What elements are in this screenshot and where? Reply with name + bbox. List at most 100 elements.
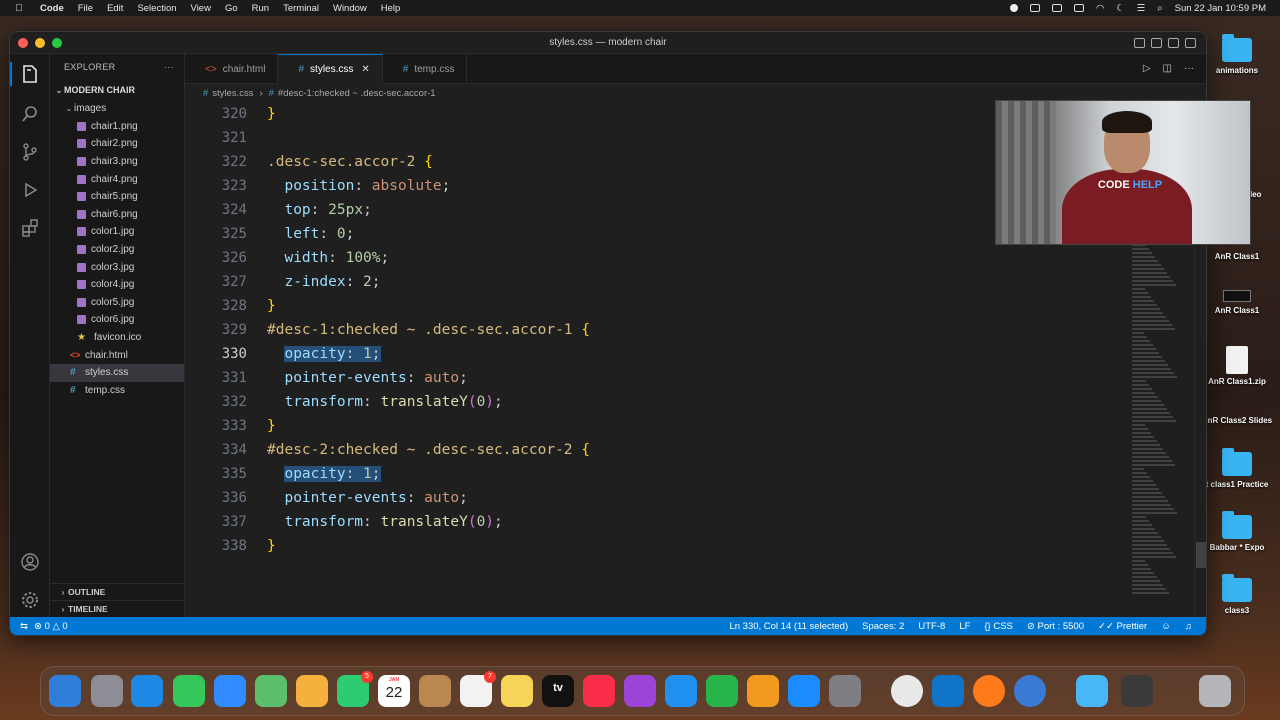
timeline-section[interactable]: › TIMELINE xyxy=(50,600,184,617)
run-file-icon[interactable]: ▷ xyxy=(1143,63,1151,74)
more-actions-icon[interactable]: ··· xyxy=(164,62,174,72)
split-editor-icon[interactable]: ◫ xyxy=(1163,63,1172,74)
indentation[interactable]: Spaces: 2 xyxy=(862,621,904,632)
music-icon[interactable] xyxy=(583,675,615,707)
mail-icon[interactable] xyxy=(214,675,246,707)
end-of-line[interactable]: LF xyxy=(959,621,970,632)
manage-gear-icon[interactable] xyxy=(20,590,40,610)
record-icon[interactable] xyxy=(1009,4,1018,12)
explorer-icon[interactable] xyxy=(10,62,40,86)
photos-icon[interactable] xyxy=(296,675,328,707)
trash-icon[interactable] xyxy=(1199,675,1231,707)
contacts-icon[interactable] xyxy=(419,675,451,707)
prettier-status[interactable]: ✓✓ Prettier xyxy=(1098,621,1147,632)
menu-file[interactable]: File xyxy=(78,3,93,14)
menu-app-name[interactable]: Code xyxy=(40,3,64,14)
quicktime-icon[interactable] xyxy=(1014,675,1046,707)
file-item[interactable]: chair6.png xyxy=(50,206,184,224)
code-line[interactable]: 336 pointer-events: auto; xyxy=(185,486,468,510)
file-item[interactable]: ★ favicon.ico xyxy=(50,329,184,347)
finder-icon[interactable] xyxy=(49,675,81,707)
menu-help[interactable]: Help xyxy=(381,3,401,14)
code-line[interactable]: 327 z-index: 2; xyxy=(185,270,381,294)
desktop-item-anr-class1-b[interactable]: AnR Class1 xyxy=(1198,290,1276,315)
apple-tv-icon[interactable]: tv xyxy=(542,675,574,707)
battery-icon[interactable] xyxy=(1073,4,1084,12)
file-item[interactable]: <> chair.html xyxy=(50,346,184,364)
code-line[interactable]: 335 opacity: 1; xyxy=(185,462,381,486)
problems-indicator[interactable]: ⊗ 0 △ 0 xyxy=(34,621,68,632)
desktop-item-babbar-expo[interactable]: Babbar * Expo xyxy=(1198,511,1276,552)
editor-more-icon[interactable]: ··· xyxy=(1184,63,1194,74)
file-item[interactable]: chair2.png xyxy=(50,135,184,153)
maps-icon[interactable] xyxy=(255,675,287,707)
editor-tab[interactable]: # styles.css ✕ xyxy=(278,54,383,84)
breadcrumb-file[interactable]: styles.css xyxy=(212,88,253,99)
feedback-icon[interactable]: ☺ xyxy=(1161,621,1171,632)
menu-run[interactable]: Run xyxy=(252,3,269,14)
spotlight-search-icon[interactable]: ⌕ xyxy=(1157,3,1162,14)
file-item[interactable]: color5.jpg xyxy=(50,294,184,312)
file-item[interactable]: chair3.png xyxy=(50,153,184,171)
reminders-icon[interactable]: 7 xyxy=(460,671,496,707)
live-server-port[interactable]: ⊘ Port : 5500 xyxy=(1027,621,1084,632)
display-icon[interactable] xyxy=(1051,4,1062,12)
code-line[interactable]: 330 opacity: 1; xyxy=(185,342,381,366)
accounts-icon[interactable] xyxy=(20,552,40,572)
code-line[interactable]: 321 xyxy=(185,126,267,150)
file-item[interactable]: chair1.png xyxy=(50,118,184,136)
scrollbar-thumb[interactable] xyxy=(1196,542,1206,568)
outline-section[interactable]: › OUTLINE xyxy=(50,583,184,600)
source-control-icon[interactable] xyxy=(20,142,40,162)
launchpad-icon[interactable] xyxy=(91,675,123,707)
file-item[interactable]: color2.jpg xyxy=(50,241,184,259)
wifi-icon[interactable]: ◠ xyxy=(1096,3,1104,14)
file-encoding[interactable]: UTF-8 xyxy=(918,621,945,632)
menu-go[interactable]: Go xyxy=(225,3,238,14)
file-item[interactable]: color4.jpg xyxy=(50,276,184,294)
notifications-bell-icon[interactable]: ♫ xyxy=(1185,621,1192,632)
focus-moon-icon[interactable]: ☾ xyxy=(1116,3,1125,14)
cursor-position[interactable]: Ln 330, Col 14 (11 selected) xyxy=(729,621,848,632)
menu-terminal[interactable]: Terminal xyxy=(283,3,319,14)
control-center-icon[interactable]: ☰ xyxy=(1137,3,1146,14)
menu-selection[interactable]: Selection xyxy=(137,3,176,14)
play-status-icon[interactable] xyxy=(1029,4,1040,12)
code-line[interactable]: 332 transform: translateY(0); xyxy=(185,390,503,414)
breadcrumb-symbol[interactable]: #desc-1:checked ~ .desc-sec.accor-1 xyxy=(278,88,436,99)
code-line[interactable]: 338} xyxy=(185,534,276,558)
code-line[interactable]: 326 width: 100%; xyxy=(185,246,390,270)
code-line[interactable]: 322 .desc-sec.accor-2 { xyxy=(185,150,433,174)
extensions-icon[interactable] xyxy=(20,218,40,238)
numbers-icon[interactable] xyxy=(706,675,738,707)
project-root[interactable]: ⌄ MODERN CHAIR xyxy=(50,80,184,100)
file-item[interactable]: color6.jpg xyxy=(50,311,184,329)
desktop-item-class1-practice[interactable]: t class1 Practice xyxy=(1198,448,1276,489)
system-settings-icon[interactable] xyxy=(829,675,861,707)
code-line[interactable]: 320} xyxy=(185,102,276,126)
minimap[interactable] xyxy=(1132,196,1180,596)
file-item[interactable]: color3.jpg xyxy=(50,258,184,276)
downloads-folder-icon[interactable] xyxy=(1076,675,1108,707)
code-line[interactable]: 325 left: 0; xyxy=(185,222,355,246)
code-line[interactable]: 333} xyxy=(185,414,276,438)
pages-icon[interactable] xyxy=(747,675,779,707)
file-item[interactable]: color1.jpg xyxy=(50,223,184,241)
code-line[interactable]: 328} xyxy=(185,294,276,318)
editor-tab[interactable]: # temp.css xyxy=(383,54,468,84)
run-debug-icon[interactable] xyxy=(20,180,40,200)
podcasts-icon[interactable] xyxy=(624,675,656,707)
close-tab-icon[interactable]: ✕ xyxy=(361,64,369,75)
file-item[interactable]: chair4.png xyxy=(50,170,184,188)
facetime-icon[interactable]: 5 xyxy=(337,671,373,707)
notes-icon[interactable] xyxy=(501,675,533,707)
editor-tab[interactable]: <> chair.html xyxy=(185,54,279,84)
apple-menu-icon[interactable]:  xyxy=(12,3,26,14)
desktop-item-anr-class1-zip[interactable]: AnR Class1.zip xyxy=(1198,346,1276,386)
vscode-icon[interactable] xyxy=(932,675,964,707)
code-line[interactable]: 329 #desc-1:checked ~ .desc-sec.accor-1 { xyxy=(185,318,590,342)
folder-images[interactable]: ⌄ images xyxy=(50,100,184,118)
code-line[interactable]: 331 pointer-events: auto; xyxy=(185,366,468,390)
recent-windows-stack-icon[interactable] xyxy=(1121,675,1153,707)
menu-view[interactable]: View xyxy=(191,3,211,14)
